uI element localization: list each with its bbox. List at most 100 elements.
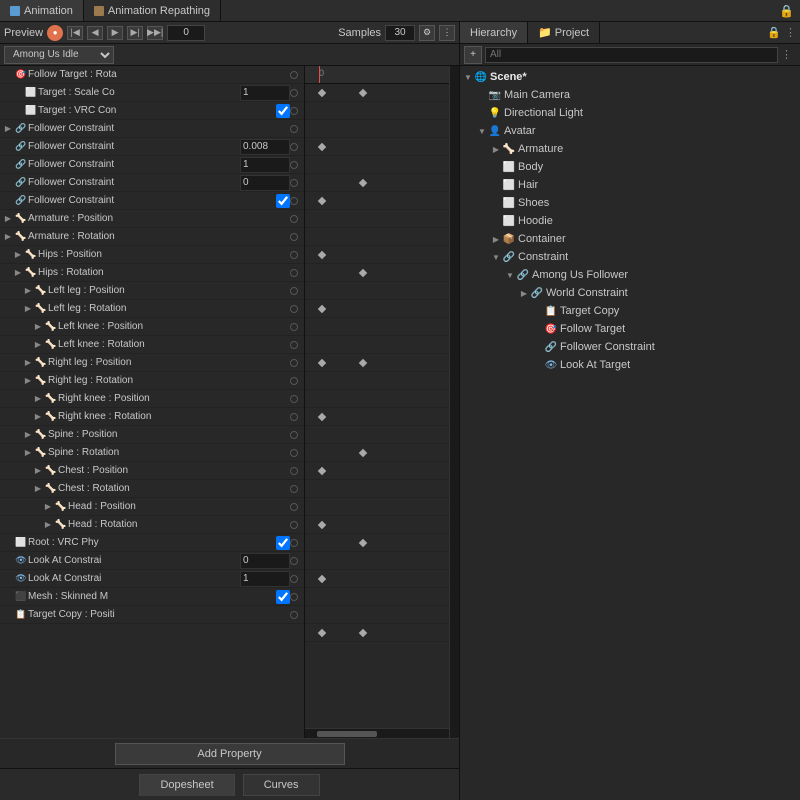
skip-back-button[interactable]: |◀ xyxy=(67,26,83,40)
track-expand-arrow[interactable]: ▶ xyxy=(32,462,44,480)
track-row[interactable]: 🎯Follow Target : Rota xyxy=(0,66,304,84)
track-row[interactable]: ▶🦴Right leg : Rotation xyxy=(0,372,304,390)
track-keyframe-dot[interactable] xyxy=(290,557,298,565)
track-keyframe-dot[interactable] xyxy=(290,377,298,385)
timeline-track-row[interactable] xyxy=(305,228,449,246)
track-expand-arrow[interactable]: ▶ xyxy=(22,354,34,372)
timeline-scrollbar[interactable] xyxy=(305,728,449,738)
keyframe-diamond[interactable] xyxy=(318,575,326,583)
timeline-track-row[interactable] xyxy=(305,264,449,282)
timeline-track-row[interactable] xyxy=(305,210,449,228)
track-row[interactable]: 🔗Follower Constraint xyxy=(0,156,304,174)
track-row[interactable]: 📋Target Copy : Positi xyxy=(0,606,304,624)
track-row[interactable]: ▶🦴Spine : Rotation xyxy=(0,444,304,462)
tree-item-target-copy[interactable]: 📋Target Copy xyxy=(460,302,800,320)
keyframe-diamond[interactable] xyxy=(318,413,326,421)
add-property-button[interactable]: Add Property xyxy=(115,743,345,765)
track-expand-arrow[interactable]: ▶ xyxy=(2,120,14,138)
track-checkbox-input[interactable] xyxy=(276,104,290,118)
track-keyframe-dot[interactable] xyxy=(290,323,298,331)
track-row[interactable]: 👁Look At Constrai xyxy=(0,570,304,588)
track-keyframe-dot[interactable] xyxy=(290,359,298,367)
track-expand-arrow[interactable]: ▶ xyxy=(22,372,34,390)
keyframe-diamond[interactable] xyxy=(318,143,326,151)
tree-expand-icon[interactable]: ▼ xyxy=(490,248,502,266)
track-row[interactable]: ▶🔗Follower Constraint xyxy=(0,120,304,138)
keyframe-diamond[interactable] xyxy=(318,305,326,313)
track-checkbox-input[interactable] xyxy=(276,590,290,604)
tree-expand-icon[interactable]: ▶ xyxy=(490,230,502,248)
track-row[interactable]: ⬜Root : VRC Phy xyxy=(0,534,304,552)
track-keyframe-dot[interactable] xyxy=(290,413,298,421)
clip-select[interactable]: Among Us Idle xyxy=(4,46,114,64)
track-keyframe-dot[interactable] xyxy=(290,161,298,169)
tree-item-among-us-follower[interactable]: ▼🔗Among Us Follower xyxy=(460,266,800,284)
timeline-track-row[interactable] xyxy=(305,282,449,300)
track-row[interactable]: ▶🦴Left leg : Position xyxy=(0,282,304,300)
track-value-input[interactable] xyxy=(240,85,290,101)
settings-icon[interactable]: ⚙ xyxy=(419,25,435,41)
track-expand-arrow[interactable]: ▶ xyxy=(12,246,24,264)
track-row[interactable]: 🔗Follower Constraint xyxy=(0,174,304,192)
track-keyframe-dot[interactable] xyxy=(290,305,298,313)
tree-item-world-constraint[interactable]: ▶🔗World Constraint xyxy=(460,284,800,302)
time-input[interactable] xyxy=(167,25,205,41)
tab-hierarchy[interactable]: Hierarchy xyxy=(460,22,528,43)
tab-project[interactable]: 📁 Project xyxy=(528,22,600,43)
tree-item-avatar[interactable]: ▼👤Avatar xyxy=(460,122,800,140)
track-keyframe-dot[interactable] xyxy=(290,251,298,259)
timeline-track-row[interactable] xyxy=(305,84,449,102)
tree-expand-icon[interactable]: ▼ xyxy=(476,122,488,140)
tree-item-scene[interactable]: ▼🌐Scene* xyxy=(460,68,800,86)
keyframe-diamond[interactable] xyxy=(359,269,367,277)
track-keyframe-dot[interactable] xyxy=(290,593,298,601)
timeline-track-row[interactable] xyxy=(305,354,449,372)
keyframe-diamond[interactable] xyxy=(318,467,326,475)
keyframe-diamond[interactable] xyxy=(359,539,367,547)
more-options-icon[interactable]: ⋮ xyxy=(439,25,455,41)
track-row[interactable]: ▶🦴Head : Position xyxy=(0,498,304,516)
track-keyframe-dot[interactable] xyxy=(290,71,298,79)
track-row[interactable]: ▶🦴Armature : Position xyxy=(0,210,304,228)
timeline-track-row[interactable] xyxy=(305,516,449,534)
timeline-track-row[interactable] xyxy=(305,570,449,588)
track-keyframe-dot[interactable] xyxy=(290,485,298,493)
track-row[interactable]: ▶🦴Spine : Position xyxy=(0,426,304,444)
track-value-input[interactable] xyxy=(240,553,290,569)
track-keyframe-dot[interactable] xyxy=(290,467,298,475)
tree-item-shoes[interactable]: ⬜Shoes xyxy=(460,194,800,212)
tree-item-armature[interactable]: ▶🦴Armature xyxy=(460,140,800,158)
track-row[interactable]: ▶🦴Left knee : Rotation xyxy=(0,336,304,354)
timeline-track-row[interactable] xyxy=(305,192,449,210)
track-expand-arrow[interactable]: ▶ xyxy=(32,390,44,408)
tree-item-hair[interactable]: ⬜Hair xyxy=(460,176,800,194)
hierarchy-menu-icon[interactable]: ⋮ xyxy=(785,26,800,39)
track-checkbox-input[interactable] xyxy=(276,536,290,550)
tab-repathing[interactable]: Animation Repathing xyxy=(84,0,221,21)
record-button[interactable]: ● xyxy=(47,25,63,41)
track-row[interactable]: ⬜Target : Scale Co xyxy=(0,84,304,102)
timeline-track-row[interactable] xyxy=(305,246,449,264)
track-keyframe-dot[interactable] xyxy=(290,287,298,295)
track-keyframe-dot[interactable] xyxy=(290,143,298,151)
timeline-track-row[interactable] xyxy=(305,462,449,480)
track-keyframe-dot[interactable] xyxy=(290,521,298,529)
track-keyframe-dot[interactable] xyxy=(290,215,298,223)
track-keyframe-dot[interactable] xyxy=(290,449,298,457)
track-expand-arrow[interactable]: ▶ xyxy=(32,336,44,354)
track-keyframe-dot[interactable] xyxy=(290,233,298,241)
keyframe-diamond[interactable] xyxy=(318,521,326,529)
tree-item-follower-constraint[interactable]: 🔗Follower Constraint xyxy=(460,338,800,356)
timeline-track-row[interactable] xyxy=(305,624,449,642)
track-keyframe-dot[interactable] xyxy=(290,431,298,439)
keyframe-diamond[interactable] xyxy=(318,89,326,97)
play-button[interactable]: ▶ xyxy=(107,26,123,40)
track-expand-arrow[interactable]: ▶ xyxy=(22,426,34,444)
timeline-track-row[interactable] xyxy=(305,372,449,390)
keyframe-diamond[interactable] xyxy=(359,179,367,187)
timeline-track-row[interactable] xyxy=(305,444,449,462)
keyframe-diamond[interactable] xyxy=(359,449,367,457)
tree-item-constraint[interactable]: ▼🔗Constraint xyxy=(460,248,800,266)
timeline-track-row[interactable] xyxy=(305,408,449,426)
timeline-track-row[interactable] xyxy=(305,498,449,516)
